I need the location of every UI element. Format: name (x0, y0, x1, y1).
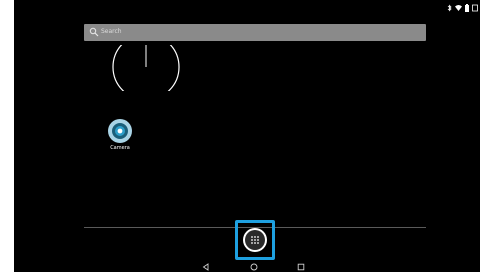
wifi-icon (455, 5, 462, 11)
app-label-camera: Camera (110, 145, 130, 151)
search-icon (89, 27, 99, 37)
clock-icon (472, 4, 478, 11)
analog-clock-widget[interactable] (110, 45, 180, 91)
search-placeholder: Search (101, 28, 122, 35)
status-bar (14, 0, 480, 16)
bluetooth-icon (447, 4, 452, 11)
status-icons (447, 3, 478, 12)
back-icon[interactable] (202, 263, 210, 271)
home-icon[interactable] (250, 263, 258, 271)
battery-icon (465, 3, 469, 12)
recents-icon[interactable] (297, 263, 305, 271)
app-camera[interactable]: Camera (102, 118, 138, 156)
all-apps-icon (245, 230, 265, 250)
all-apps-button[interactable] (243, 228, 267, 252)
apps-grid-icon (251, 236, 259, 244)
search-bar[interactable]: Search (84, 24, 426, 41)
left-bezel (0, 0, 14, 272)
navigation-bar (14, 262, 480, 272)
camera-icon (108, 119, 132, 143)
all-apps-highlight (235, 220, 275, 260)
